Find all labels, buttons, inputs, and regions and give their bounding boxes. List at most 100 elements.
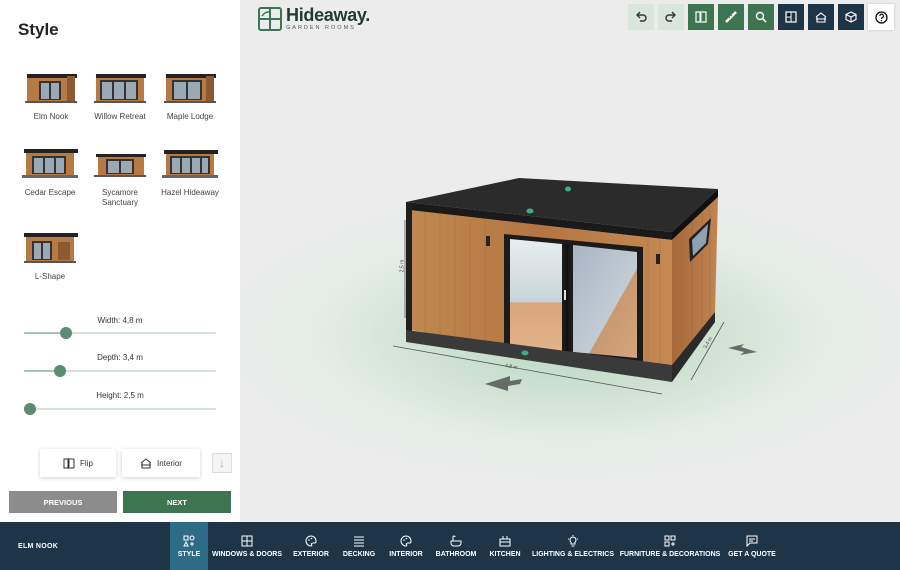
elevation-icon [815, 12, 827, 23]
door-glass-right [573, 245, 637, 358]
scroll-down-button[interactable]: ↓ [212, 453, 232, 473]
nav-interior[interactable]: INTERIOR [388, 522, 424, 570]
style-card-elm-nook[interactable]: Elm Nook [16, 70, 86, 122]
style-label: Maple Lodge [166, 112, 214, 121]
hideaway-logo: Hideaway. GARDEN ROOMS [258, 6, 370, 31]
wall-light-right [656, 254, 660, 264]
style-label: Willow Retreat [94, 112, 146, 121]
panel-title: Style [18, 20, 59, 39]
style-panel: Style Elm Nook Willow Retreat Maple Lodg… [0, 0, 240, 522]
bath-icon [450, 535, 462, 546]
interior-label: Interior [157, 458, 182, 468]
elevation-button[interactable] [808, 4, 834, 30]
floorplan-button[interactable] [778, 4, 804, 30]
door-handle [564, 290, 566, 300]
drag-arrow-front [485, 376, 522, 391]
next-button[interactable]: NEXT [123, 491, 231, 513]
nav-bathroom[interactable]: BATHROOM [435, 522, 477, 570]
nav-exterior[interactable]: EXTERIOR [292, 522, 330, 570]
height-slider[interactable] [23, 403, 216, 415]
style-card-sycamore-sanctuary[interactable]: Sycamore Sanctuary [85, 146, 155, 208]
depth-slider[interactable] [24, 365, 216, 377]
bottom-navigation: ELM NOOK STYLE WINDOWS & DOORS EXTERIOR … [0, 522, 900, 570]
style-thumbnail [162, 150, 218, 178]
help-button[interactable] [868, 4, 894, 30]
wall-light-left [486, 236, 490, 246]
measure-button[interactable] [718, 4, 744, 30]
style-card-hazel-hideaway[interactable]: Hazel Hideaway [155, 146, 225, 198]
style-card-maple-lodge[interactable]: Maple Lodge [155, 70, 225, 122]
nav-label: INTERIOR [389, 550, 423, 558]
decking-icon [354, 536, 364, 546]
style-label: Cedar Escape [24, 188, 76, 197]
kitchen-icon [499, 535, 511, 546]
redo-button[interactable] [658, 4, 684, 30]
flip-label: Flip [80, 458, 93, 468]
style-thumbnail [164, 74, 216, 103]
arrow-down-icon: ↓ [219, 456, 225, 470]
height-dimension-label: 2,5 m [399, 259, 406, 273]
nav-decking[interactable]: DECKING [342, 522, 376, 570]
3d-view-icon [845, 11, 857, 23]
window-icon [241, 535, 253, 546]
style-label: Hazel Hideaway [161, 188, 219, 197]
furniture-icon [664, 535, 676, 546]
style-label: Elm Nook [33, 112, 69, 121]
garden-room-3d-model[interactable] [240, 0, 900, 522]
width-slider-thumb[interactable] [60, 327, 73, 339]
nav-style[interactable]: STYLE [170, 522, 208, 570]
nav-label: LIGHTING & ELECTRICS [531, 550, 615, 558]
height-slider-thumb[interactable] [23, 403, 36, 415]
style-label: L-Shape [34, 272, 66, 281]
flip-icon [63, 457, 75, 469]
nav-label: BATHROOM [435, 550, 477, 558]
height-label: Height: 2,5 m [96, 391, 144, 400]
depth-slider-thumb[interactable] [54, 365, 67, 377]
zoom-icon [755, 11, 767, 23]
nav-label: DECKING [342, 550, 376, 558]
base-handle-dot [521, 350, 529, 356]
front-handle-dot [526, 208, 534, 214]
nav-lighting-electrics[interactable]: LIGHTING & ELECTRICS [531, 522, 615, 570]
roof-handle-dot [565, 186, 571, 192]
door-glass-left [510, 239, 562, 353]
zoom-button[interactable] [748, 4, 774, 30]
previous-button[interactable]: PREVIOUS [9, 491, 117, 513]
help-icon [874, 10, 888, 24]
redo-icon [665, 11, 676, 22]
interior-button[interactable]: Interior [122, 449, 200, 477]
style-thumbnail [94, 74, 146, 103]
house-icon [140, 457, 152, 468]
nav-furniture-decorations[interactable]: FURNITURE & DECORATIONS [620, 522, 720, 570]
palette-icon [400, 534, 412, 547]
current-style-name: ELM NOOK [18, 543, 59, 550]
undo-button[interactable] [628, 4, 654, 30]
floorplan-icon [785, 11, 797, 23]
nav-label: EXTERIOR [293, 550, 329, 558]
logo-name: Hideaway. [286, 5, 371, 25]
flip-button[interactable]: Flip [40, 449, 116, 477]
nav-label: FURNITURE & DECORATIONS [619, 550, 721, 558]
3d-viewport[interactable]: 2,5 m 4,8 m 3,4 m Hideaway. GARDEN ROOMS [240, 0, 900, 522]
nav-label: STYLE [177, 550, 201, 558]
style-thumbnail [25, 74, 77, 103]
nav-get-a-quote[interactable]: GET A QUOTE [728, 522, 776, 570]
nav-windows-doors[interactable]: WINDOWS & DOORS [212, 522, 282, 570]
3d-view-button[interactable] [838, 4, 864, 30]
measure-icon [725, 11, 737, 23]
style-thumbnail [22, 149, 78, 178]
style-card-willow-retreat[interactable]: Willow Retreat [85, 70, 155, 122]
style-card-l-shape[interactable]: L-Shape [15, 230, 85, 282]
mirror-button[interactable] [688, 4, 714, 30]
logo-text: Hideaway. GARDEN ROOMS [286, 6, 370, 31]
width-slider[interactable] [24, 327, 216, 339]
logo-subtitle: GARDEN ROOMS [286, 25, 356, 31]
style-card-cedar-escape[interactable]: Cedar Escape [15, 146, 85, 198]
nav-label: WINDOWS & DOORS [212, 550, 282, 558]
nav-label: KITCHEN [489, 550, 521, 558]
palette-icon [305, 534, 317, 547]
shapes-icon [183, 535, 195, 546]
undo-icon [636, 11, 647, 22]
corner-trim-left [406, 203, 412, 332]
nav-kitchen[interactable]: KITCHEN [488, 522, 522, 570]
